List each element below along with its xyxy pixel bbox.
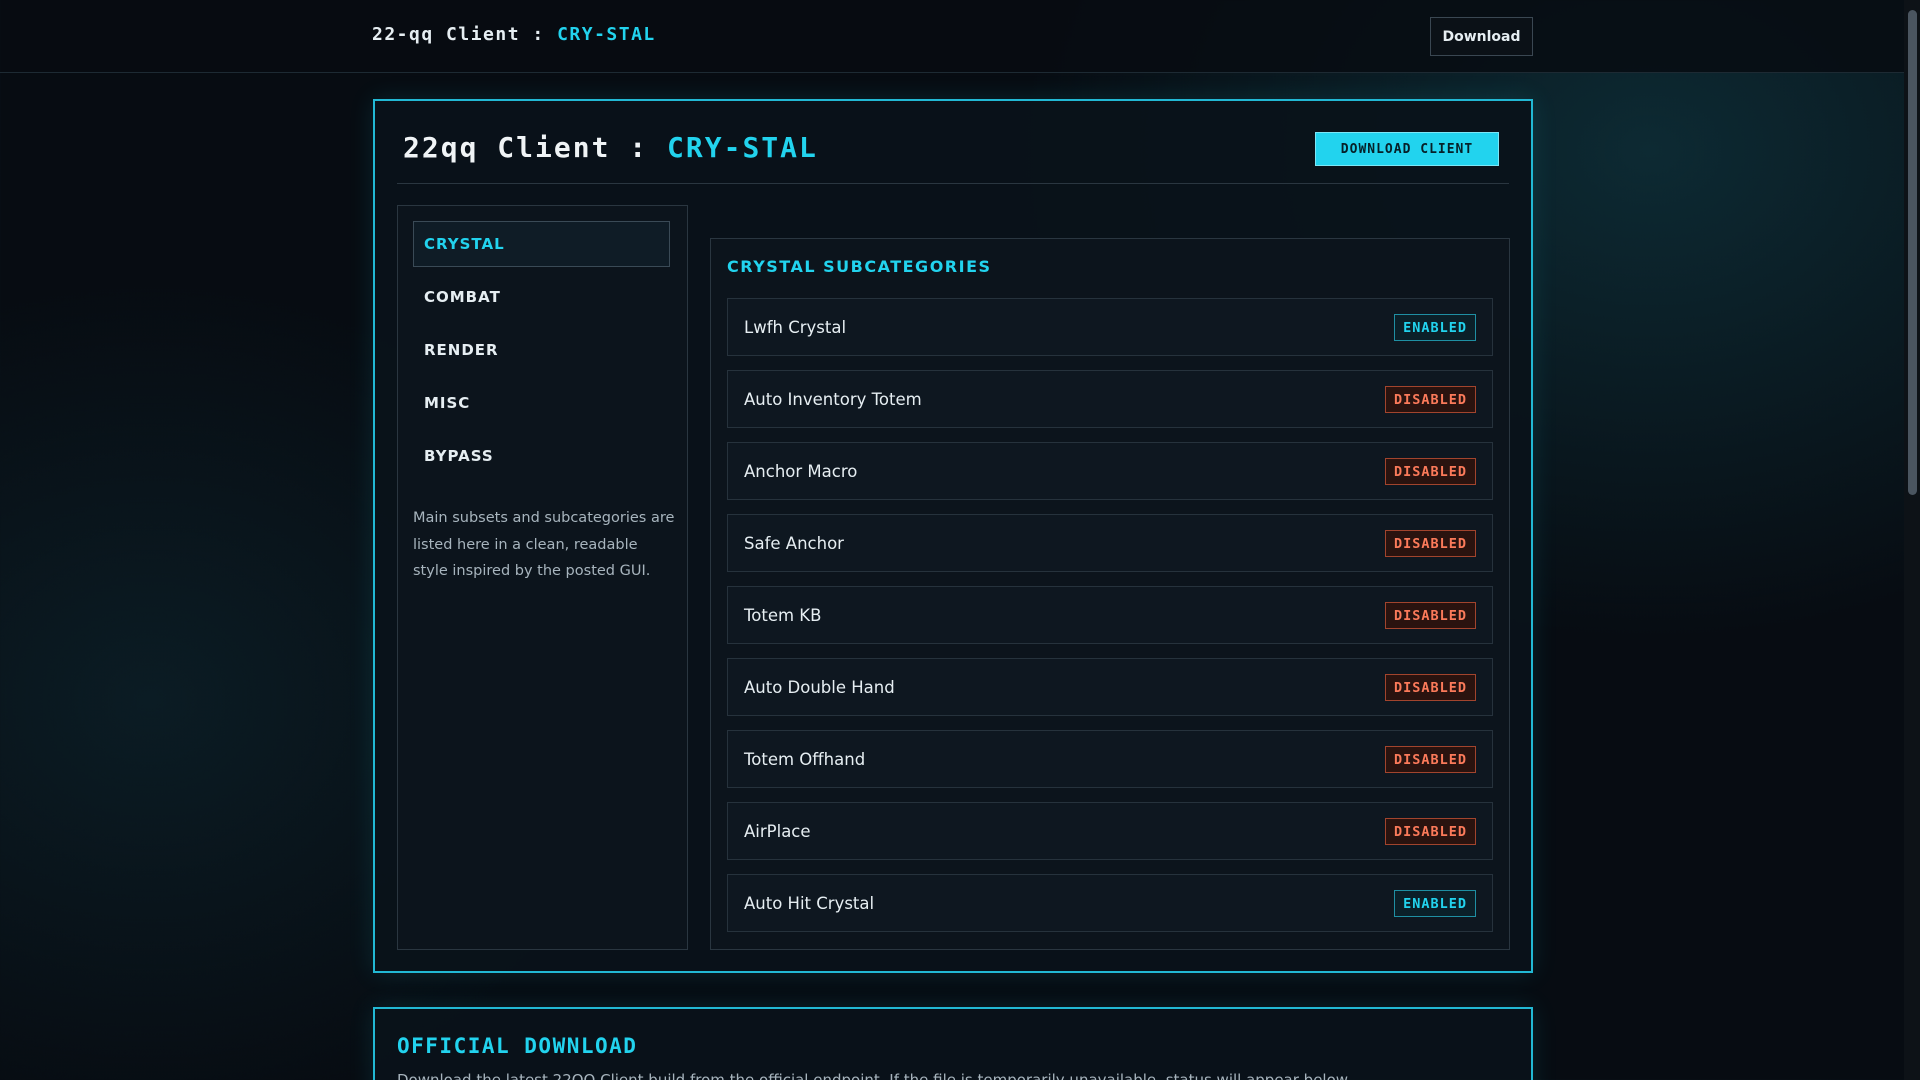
subcategory-label: Auto Hit Crystal	[744, 893, 875, 913]
brand-accent: CRY-STAL	[557, 24, 656, 45]
status-badge[interactable]: DISABLED	[1384, 818, 1476, 845]
status-badge[interactable]: DISABLED	[1384, 674, 1476, 701]
category-sidebar: CRYSTAL COMBAT RENDER MISC BYPASS Main s…	[397, 205, 688, 950]
subcategory-row[interactable]: Totem Offhand DISABLED	[727, 730, 1493, 788]
subcategory-label: Totem KB	[744, 605, 822, 625]
title-accent: CRY-STAL	[667, 131, 818, 164]
subcategory-row[interactable]: Auto Hit Crystal ENABLED	[727, 874, 1493, 932]
subcategory-label: Totem Offhand	[744, 749, 866, 769]
subcategory-row[interactable]: Safe Anchor DISABLED	[727, 514, 1493, 572]
subcategory-label: Anchor Macro	[744, 461, 858, 481]
status-badge[interactable]: DISABLED	[1384, 746, 1476, 773]
subcategory-label: Auto Inventory Totem	[744, 389, 922, 409]
subcategories-panel: CRYSTAL SUBCATEGORIES Lwfh Crystal ENABL…	[710, 238, 1510, 950]
subcategory-label: AirPlace	[744, 821, 811, 841]
sidebar-item-render[interactable]: RENDER	[413, 327, 670, 373]
sidebar-item-label: BYPASS	[424, 447, 494, 465]
official-download-title: OFFICIAL DOWNLOAD	[397, 1034, 638, 1058]
status-badge[interactable]: DISABLED	[1384, 530, 1476, 557]
sidebar-item-crystal[interactable]: CRYSTAL	[413, 221, 670, 267]
page-scrollbar-thumb[interactable]	[1908, 10, 1917, 495]
status-badge[interactable]: DISABLED	[1384, 386, 1476, 413]
subcategory-label: Auto Double Hand	[744, 677, 895, 697]
client-panel: 22qq Client : CRY-STAL DOWNLOAD CLIENT C…	[373, 99, 1533, 973]
official-download-text: Download the latest 22QQ Client build fr…	[397, 1071, 1352, 1080]
status-badge[interactable]: DISABLED	[1384, 602, 1476, 629]
sidebar-item-label: COMBAT	[424, 288, 501, 306]
status-badge[interactable]: ENABLED	[1394, 890, 1476, 917]
subcategory-row[interactable]: Auto Inventory Totem DISABLED	[727, 370, 1493, 428]
official-download-panel: OFFICIAL DOWNLOAD Download the latest 22…	[373, 1007, 1533, 1080]
subcategories-title: CRYSTAL SUBCATEGORIES	[727, 257, 992, 276]
sidebar-item-bypass[interactable]: BYPASS	[413, 433, 670, 479]
download-client-button[interactable]: DOWNLOAD CLIENT	[1315, 132, 1499, 166]
subcategory-row[interactable]: Totem KB DISABLED	[727, 586, 1493, 644]
panel-header: 22qq Client : CRY-STAL DOWNLOAD CLIENT	[397, 123, 1509, 184]
brand-prefix: 22-qq Client :	[372, 24, 558, 45]
sidebar-item-misc[interactable]: MISC	[413, 380, 670, 426]
subcategory-row[interactable]: AirPlace DISABLED	[727, 802, 1493, 860]
status-badge[interactable]: ENABLED	[1394, 314, 1476, 341]
page-title: 22qq Client : CRY-STAL	[403, 131, 818, 164]
top-nav: 22-qq Client : CRY-STAL Download	[0, 0, 1904, 73]
sidebar-item-label: CRYSTAL	[424, 235, 505, 253]
subcategory-row[interactable]: Lwfh Crystal ENABLED	[727, 298, 1493, 356]
subcategory-row[interactable]: Auto Double Hand DISABLED	[727, 658, 1493, 716]
subcategory-label: Safe Anchor	[744, 533, 844, 553]
sidebar-item-label: RENDER	[424, 341, 499, 359]
nav-download-button[interactable]: Download	[1430, 17, 1533, 56]
subcategory-row[interactable]: Anchor Macro DISABLED	[727, 442, 1493, 500]
title-prefix: 22qq Client :	[403, 131, 668, 164]
status-badge[interactable]: DISABLED	[1384, 458, 1476, 485]
brand-logo[interactable]: 22-qq Client : CRY-STAL	[372, 24, 656, 45]
sidebar-item-combat[interactable]: COMBAT	[413, 274, 670, 320]
subcategory-label: Lwfh Crystal	[744, 317, 847, 337]
sidebar-description: Main subsets and subcategories are liste…	[413, 510, 675, 579]
sidebar-item-label: MISC	[424, 394, 471, 412]
